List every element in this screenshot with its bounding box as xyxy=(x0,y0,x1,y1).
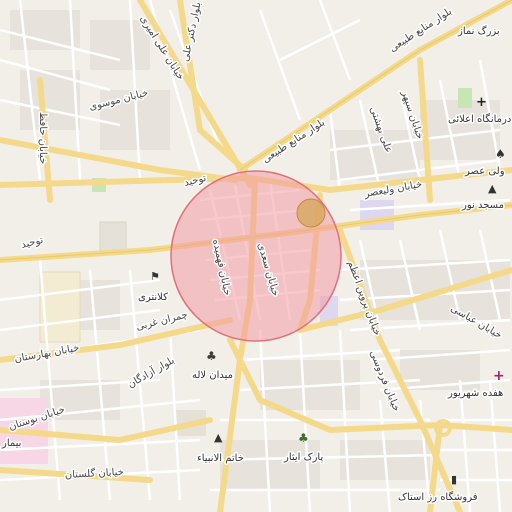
poi-label: مسجد نور xyxy=(461,200,504,211)
map-canvas[interactable]: بلوار منابع طبیعی بلوار منابع طبیعی خیاب… xyxy=(0,0,512,512)
tree-icon: ♣ xyxy=(298,431,309,445)
poi-label: هفده شهریور xyxy=(447,388,503,399)
poi-bimarestan[interactable]: بیمار xyxy=(0,437,23,451)
poi-label: فروشگاه رز استاک xyxy=(398,491,478,503)
police-icon: ⚑ xyxy=(150,270,160,283)
search-radius-circle xyxy=(170,170,342,342)
poi-label: بیمار xyxy=(1,438,21,449)
green-area xyxy=(458,88,472,108)
poi-label: پارک ایثار xyxy=(283,452,323,463)
label-khiaban-hafez: خیابان حافظ xyxy=(37,112,48,164)
poi-label: بزرگ نماز xyxy=(457,24,500,37)
poi-label: درمانگاه اعلائی xyxy=(448,113,511,125)
poi-label: خاتم الانبیاء xyxy=(197,453,244,464)
hospital-cross-icon: + xyxy=(476,95,487,110)
building-block xyxy=(99,221,127,253)
mosque-icon: ▲ xyxy=(214,431,223,444)
religious-icon: ♠ xyxy=(495,147,506,161)
map-view[interactable]: بلوار منابع طبیعی بلوار منابع طبیعی خیاب… xyxy=(0,0,512,512)
location-marker[interactable] xyxy=(296,198,326,228)
poi-label: کلانتری xyxy=(138,292,168,303)
tree-icon: ♣ xyxy=(206,349,217,363)
poi-bozorg-namaz[interactable]: بزرگ نماز xyxy=(456,23,502,39)
poi-label: ولی عصر xyxy=(464,166,505,177)
mosque-icon: ▲ xyxy=(488,182,497,195)
hospital-cross-icon: + xyxy=(493,368,505,384)
shop-icon: ▮ xyxy=(451,473,457,486)
poi-label: میدان لاله xyxy=(192,370,233,381)
